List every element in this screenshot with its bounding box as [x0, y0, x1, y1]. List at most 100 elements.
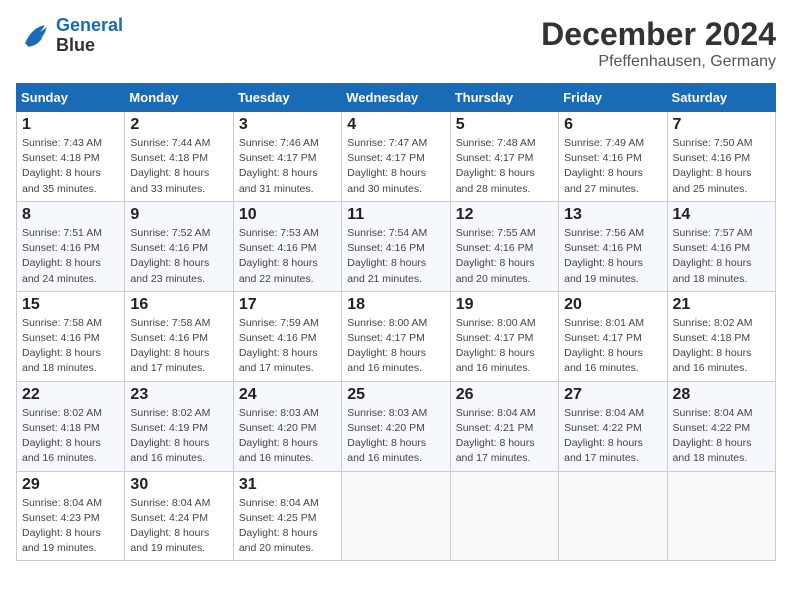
calendar-cell: 18 Sunrise: 8:00 AMSunset: 4:17 PMDayligh…	[342, 291, 450, 381]
calendar-cell: 26 Sunrise: 8:04 AMSunset: 4:21 PMDayligh…	[450, 381, 558, 471]
calendar-cell: 12 Sunrise: 7:55 AMSunset: 4:16 PMDayligh…	[450, 201, 558, 291]
weekday-header-friday: Friday	[559, 84, 667, 112]
day-number: 29	[22, 476, 119, 494]
calendar-cell: 14 Sunrise: 7:57 AMSunset: 4:16 PMDayligh…	[667, 201, 775, 291]
day-info: Sunrise: 8:02 AMSunset: 4:18 PMDaylight:…	[673, 316, 770, 377]
day-info: Sunrise: 8:04 AMSunset: 4:23 PMDaylight:…	[22, 496, 119, 557]
calendar-cell: 13 Sunrise: 7:56 AMSunset: 4:16 PMDayligh…	[559, 201, 667, 291]
location-title: Pfeffenhausen, Germany	[541, 53, 776, 71]
calendar-cell: 15 Sunrise: 7:58 AMSunset: 4:16 PMDayligh…	[17, 291, 125, 381]
day-info: Sunrise: 7:57 AMSunset: 4:16 PMDaylight:…	[673, 226, 770, 287]
day-info: Sunrise: 8:04 AMSunset: 4:21 PMDaylight:…	[456, 406, 553, 467]
weekday-header-monday: Monday	[125, 84, 233, 112]
logo-text: General Blue	[56, 16, 123, 56]
calendar-cell: 23 Sunrise: 8:02 AMSunset: 4:19 PMDayligh…	[125, 381, 233, 471]
day-number: 19	[456, 296, 553, 314]
day-number: 16	[130, 296, 227, 314]
calendar-cell: 25Sunrise: 8:03 AMSunset: 4:20 PMDayligh…	[342, 381, 450, 471]
calendar-cell: 9 Sunrise: 7:52 AMSunset: 4:16 PMDaylight…	[125, 201, 233, 291]
day-info: Sunrise: 7:43 AMSunset: 4:18 PMDaylight:…	[22, 136, 119, 197]
day-info: Sunrise: 8:04 AMSunset: 4:22 PMDaylight:…	[564, 406, 661, 467]
day-number: 25	[347, 386, 444, 404]
calendar-cell: 6 Sunrise: 7:49 AMSunset: 4:16 PMDaylight…	[559, 112, 667, 202]
calendar-table: SundayMondayTuesdayWednesdayThursdayFrid…	[16, 83, 776, 561]
day-number: 24	[239, 386, 336, 404]
day-number: 30	[130, 476, 227, 494]
calendar-cell: 1 Sunrise: 7:43 AMSunset: 4:18 PMDaylight…	[17, 112, 125, 202]
day-info: Sunrise: 7:54 AMSunset: 4:16 PMDaylight:…	[347, 226, 444, 287]
day-number: 2	[130, 116, 227, 134]
day-number: 13	[564, 206, 661, 224]
weekday-header-tuesday: Tuesday	[233, 84, 341, 112]
calendar-cell: 22 Sunrise: 8:02 AMSunset: 4:18 PMDayligh…	[17, 381, 125, 471]
day-info: Sunrise: 7:48 AMSunset: 4:17 PMDaylight:…	[456, 136, 553, 197]
day-number: 18	[347, 296, 444, 314]
calendar-cell: 16 Sunrise: 7:58 AMSunset: 4:16 PMDayligh…	[125, 291, 233, 381]
day-info: Sunrise: 8:01 AMSunset: 4:17 PMDaylight:…	[564, 316, 661, 377]
month-title: December 2024	[541, 16, 776, 53]
calendar-cell	[342, 471, 450, 561]
day-info: Sunrise: 8:00 AMSunset: 4:17 PMDaylight:…	[347, 316, 444, 377]
day-info: Sunrise: 7:58 AMSunset: 4:16 PMDaylight:…	[130, 316, 227, 377]
calendar-cell: 11 Sunrise: 7:54 AMSunset: 4:16 PMDayligh…	[342, 201, 450, 291]
calendar-cell	[450, 471, 558, 561]
day-info: Sunrise: 7:55 AMSunset: 4:16 PMDaylight:…	[456, 226, 553, 287]
calendar-cell	[667, 471, 775, 561]
logo-icon	[16, 18, 52, 54]
day-info: Sunrise: 7:58 AMSunset: 4:16 PMDaylight:…	[22, 316, 119, 377]
day-number: 20	[564, 296, 661, 314]
day-info: Sunrise: 7:49 AMSunset: 4:16 PMDaylight:…	[564, 136, 661, 197]
day-number: 6	[564, 116, 661, 134]
calendar-cell: 5 Sunrise: 7:48 AMSunset: 4:17 PMDaylight…	[450, 112, 558, 202]
day-number: 9	[130, 206, 227, 224]
calendar-cell: 24Sunrise: 8:03 AMSunset: 4:20 PMDayligh…	[233, 381, 341, 471]
day-info: Sunrise: 7:52 AMSunset: 4:16 PMDaylight:…	[130, 226, 227, 287]
day-info: Sunrise: 8:02 AMSunset: 4:18 PMDaylight:…	[22, 406, 119, 467]
day-number: 23	[130, 386, 227, 404]
day-info: Sunrise: 7:50 AMSunset: 4:16 PMDaylight:…	[673, 136, 770, 197]
day-number: 7	[673, 116, 770, 134]
day-number: 8	[22, 206, 119, 224]
calendar-cell: 21 Sunrise: 8:02 AMSunset: 4:18 PMDayligh…	[667, 291, 775, 381]
day-info: Sunrise: 7:44 AMSunset: 4:18 PMDaylight:…	[130, 136, 227, 197]
day-number: 15	[22, 296, 119, 314]
calendar-cell: 8Sunrise: 7:51 AMSunset: 4:16 PMDaylight…	[17, 201, 125, 291]
calendar-cell: 29 Sunrise: 8:04 AMSunset: 4:23 PMDayligh…	[17, 471, 125, 561]
calendar-cell: 4Sunrise: 7:47 AMSunset: 4:17 PMDaylight…	[342, 112, 450, 202]
day-number: 11	[347, 206, 444, 224]
calendar-cell: 2 Sunrise: 7:44 AMSunset: 4:18 PMDaylight…	[125, 112, 233, 202]
day-number: 12	[456, 206, 553, 224]
day-number: 14	[673, 206, 770, 224]
calendar-cell: 17Sunrise: 7:59 AMSunset: 4:16 PMDayligh…	[233, 291, 341, 381]
day-number: 10	[239, 206, 336, 224]
day-number: 21	[673, 296, 770, 314]
day-number: 5	[456, 116, 553, 134]
day-info: Sunrise: 8:04 AMSunset: 4:22 PMDaylight:…	[673, 406, 770, 467]
day-info: Sunrise: 8:02 AMSunset: 4:19 PMDaylight:…	[130, 406, 227, 467]
day-info: Sunrise: 8:04 AMSunset: 4:24 PMDaylight:…	[130, 496, 227, 557]
day-info: Sunrise: 8:00 AMSunset: 4:17 PMDaylight:…	[456, 316, 553, 377]
day-info: Sunrise: 7:53 AMSunset: 4:16 PMDaylight:…	[239, 226, 336, 287]
calendar-cell: 20 Sunrise: 8:01 AMSunset: 4:17 PMDayligh…	[559, 291, 667, 381]
weekday-header-sunday: Sunday	[17, 84, 125, 112]
title-area: December 2024 Pfeffenhausen, Germany	[541, 16, 776, 71]
calendar-cell: 3 Sunrise: 7:46 AMSunset: 4:17 PMDaylight…	[233, 112, 341, 202]
calendar-cell	[559, 471, 667, 561]
calendar-cell: 30 Sunrise: 8:04 AMSunset: 4:24 PMDayligh…	[125, 471, 233, 561]
calendar-cell: 27 Sunrise: 8:04 AMSunset: 4:22 PMDayligh…	[559, 381, 667, 471]
day-number: 27	[564, 386, 661, 404]
day-number: 1	[22, 116, 119, 134]
day-number: 26	[456, 386, 553, 404]
day-info: Sunrise: 7:46 AMSunset: 4:17 PMDaylight:…	[239, 136, 336, 197]
calendar-cell: 7 Sunrise: 7:50 AMSunset: 4:16 PMDaylight…	[667, 112, 775, 202]
day-number: 4	[347, 116, 444, 134]
day-info: Sunrise: 7:56 AMSunset: 4:16 PMDaylight:…	[564, 226, 661, 287]
weekday-header-saturday: Saturday	[667, 84, 775, 112]
calendar-cell: 31Sunrise: 8:04 AMSunset: 4:25 PMDayligh…	[233, 471, 341, 561]
day-number: 17	[239, 296, 336, 314]
calendar-cell: 10 Sunrise: 7:53 AMSunset: 4:16 PMDayligh…	[233, 201, 341, 291]
day-number: 3	[239, 116, 336, 134]
weekday-header-wednesday: Wednesday	[342, 84, 450, 112]
day-number: 28	[673, 386, 770, 404]
day-number: 22	[22, 386, 119, 404]
